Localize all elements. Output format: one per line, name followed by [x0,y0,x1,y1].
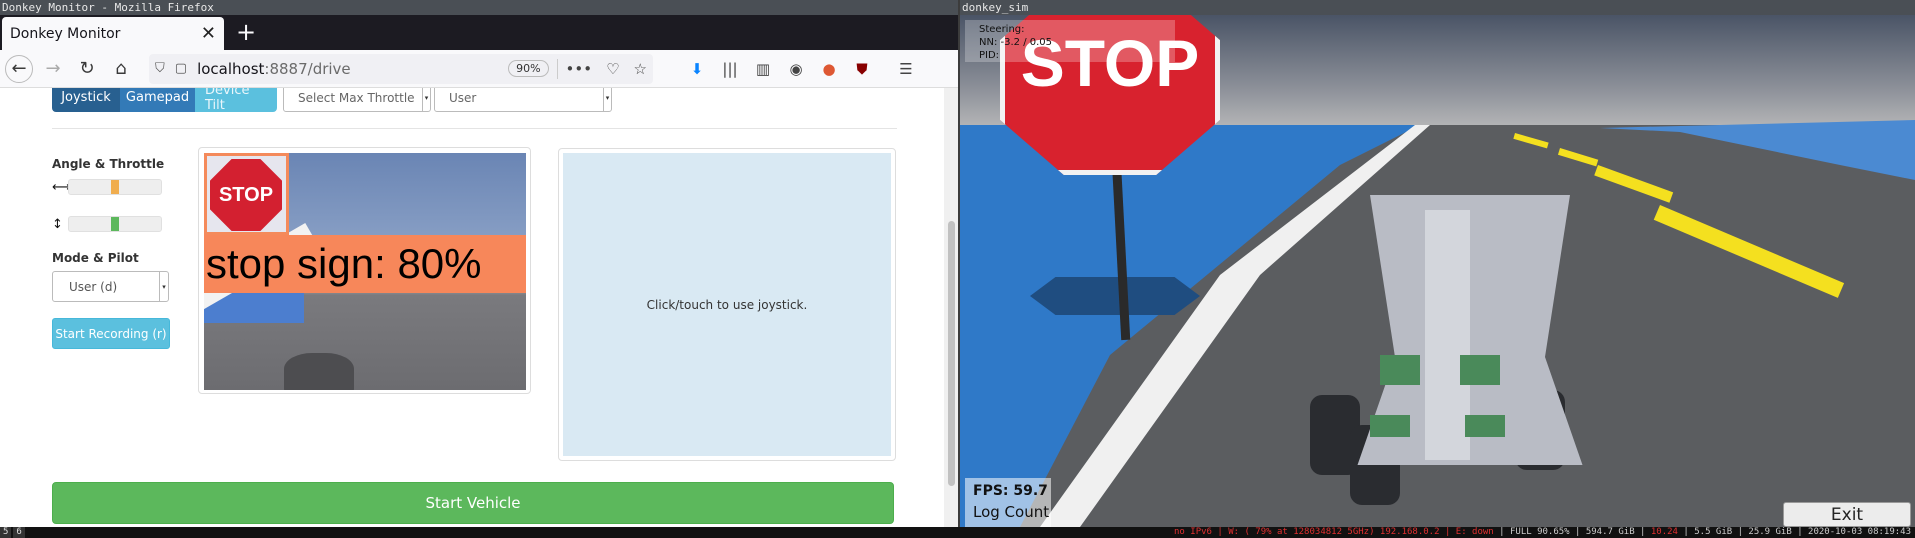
tab-title: Donkey Monitor [10,25,121,42]
log-count: Log Count [973,503,1050,521]
sim-hud: Steering: NN: -3.2 / 0.05 PID: [965,20,1175,62]
hud-steering: Steering: [979,24,1025,35]
reload-icon[interactable]: ↻ [73,55,101,83]
divider [52,128,897,129]
fps-panel: FPS: 59.7 Log Count [965,478,1051,527]
desktop: Donkey Monitor - Mozilla Firefox Donkey … [0,0,1915,538]
camera-panel: STOP stop sign: 80% [198,147,531,394]
joystick-button[interactable]: Joystick [52,88,120,112]
workspace-5[interactable]: 5 [0,527,12,538]
car-board [1465,415,1505,437]
forward-icon[interactable]: → [39,55,67,83]
user-select-label: User [449,90,477,105]
nav-bar: ← → ↻ ⌂ ⛉ ▢ localhost:8887/drive 90% •••… [0,50,958,88]
detection-box: STOP [204,153,289,235]
scrollbar-thumb[interactable] [948,221,955,486]
divider [556,58,558,79]
max-throttle-select-label: Select Max Throttle [298,90,415,105]
user-select[interactable]: User ▾ [434,88,612,112]
status-info: no IPv6 | W: ( 79% at 128034812 5GHz) 19… [1174,527,1911,537]
status-load: 10.24 [1650,527,1678,537]
start-recording-button[interactable]: Start Recording (r) [52,318,170,349]
account-icon[interactable]: ◉ [786,59,806,79]
angle-throttle-label: Angle & Throttle [52,157,165,171]
window-title: Donkey Monitor - Mozilla Firefox [0,0,958,15]
sim-window: donkey_sim STOP Steering: NN: -3.2 / 0.0… [960,0,1915,527]
page-viewport: Joystick Gamepad Device Tilt Select Max … [0,88,958,527]
new-tab-icon[interactable]: + [236,18,256,46]
joystick-hint: Click/touch to use joystick. [646,297,808,312]
car-board [1460,355,1500,385]
chevron-down-icon: ▾ [422,88,430,111]
status-disk: FULL 90.65% | 594.7 GiB [1509,527,1635,537]
joystick-panel: Click/touch to use joystick. [558,148,896,461]
start-vehicle-button[interactable]: Start Vehicle [52,482,894,524]
duckduckgo-icon[interactable]: ● [819,59,839,79]
bookmark-star-icon[interactable]: ☆ [634,60,647,78]
download-icon[interactable]: ⬇ [687,59,707,79]
back-icon[interactable]: ← [5,54,33,83]
joystick-area[interactable]: Click/touch to use joystick. [563,153,891,456]
library-icon[interactable]: ||| [720,59,740,79]
camera-feed: STOP stop sign: 80% [204,153,526,390]
sim-window-title: donkey_sim [960,0,1915,15]
angle-fill [111,180,119,194]
hud-pid: PID: [979,50,1000,61]
sidebar-icon[interactable]: ▥ [753,59,773,79]
vertical-arrows-icon: ↕ [52,216,63,232]
tab-strip: Donkey Monitor ✕ + [0,15,958,50]
mode-pilot-label: Mode & Pilot [52,251,139,265]
workspace-6[interactable]: 6 [13,527,25,538]
mode-pilot-value: User (d) [69,279,118,294]
zoom-level[interactable]: 90% [508,60,549,77]
horizontal-arrows-icon: ⟷ [52,179,71,195]
mode-pilot-select[interactable]: User (d) ▾ [52,271,169,302]
sim-sign-shadow [1030,277,1200,315]
url-path: :8887/drive [264,59,351,78]
ublock-icon[interactable]: ⛊ [852,59,872,79]
sim-scene: STOP Steering: NN: -3.2 / 0.05 PID: FPS:… [960,15,1915,527]
gamepad-button[interactable]: Gamepad [120,88,195,112]
chevron-down-icon: ▾ [159,272,168,301]
car-board [1380,355,1420,385]
max-throttle-select[interactable]: Select Max Throttle ▾ [283,88,431,112]
url-bar[interactable]: ⛉ ▢ localhost:8887/drive 90% ••• ♡ ☆ [149,53,653,84]
stop-sign-image: STOP [210,159,282,231]
chevron-down-icon: ▾ [603,88,611,111]
menu-icon[interactable]: ☰ [896,59,916,79]
status-mem: 5.5 GiB | 25.9 GiB [1694,527,1792,537]
close-tab-icon[interactable]: ✕ [201,23,216,44]
pocket-icon[interactable]: ♡ [606,60,619,78]
car-board [1370,415,1410,437]
throttle-fill [111,217,119,231]
throttle-bar [68,216,162,232]
more-icon[interactable]: ••• [566,60,593,78]
workspaces: 5 6 [0,527,27,538]
tab-donkey-monitor[interactable]: Donkey Monitor ✕ [2,17,224,50]
throttle-row: ↕ [52,216,162,232]
url-host: localhost [197,59,265,78]
scrollbar[interactable] [944,88,958,527]
detection-label: stop sign: 80% [204,235,526,293]
home-icon[interactable]: ⌂ [107,55,135,83]
hud-nn: NN: -3.2 / 0.05 [979,37,1053,48]
exit-button[interactable]: Exit [1783,502,1911,527]
car-frame [1425,210,1470,460]
device-tilt-button[interactable]: Device Tilt [195,88,277,113]
status-net: no IPv6 | W: ( 79% at 128034812 5GHz) 19… [1174,527,1494,537]
angle-bar [68,179,162,195]
fps-readout: FPS: 59.7 [973,483,1048,499]
shield-icon[interactable]: ⛉ [155,61,165,76]
camera-scene-shadow [284,353,354,390]
page-info-icon[interactable]: ▢ [175,61,187,76]
status-bar: 5 6 no IPv6 | W: ( 79% at 128034812 5GHz… [0,527,1915,538]
firefox-window: Donkey Monitor - Mozilla Firefox Donkey … [0,0,958,527]
status-datetime: 2020-10-03 08:19:43 [1808,527,1911,537]
input-mode-group: Joystick Gamepad Device Tilt [52,88,277,113]
angle-row: ⟷ [52,179,162,195]
